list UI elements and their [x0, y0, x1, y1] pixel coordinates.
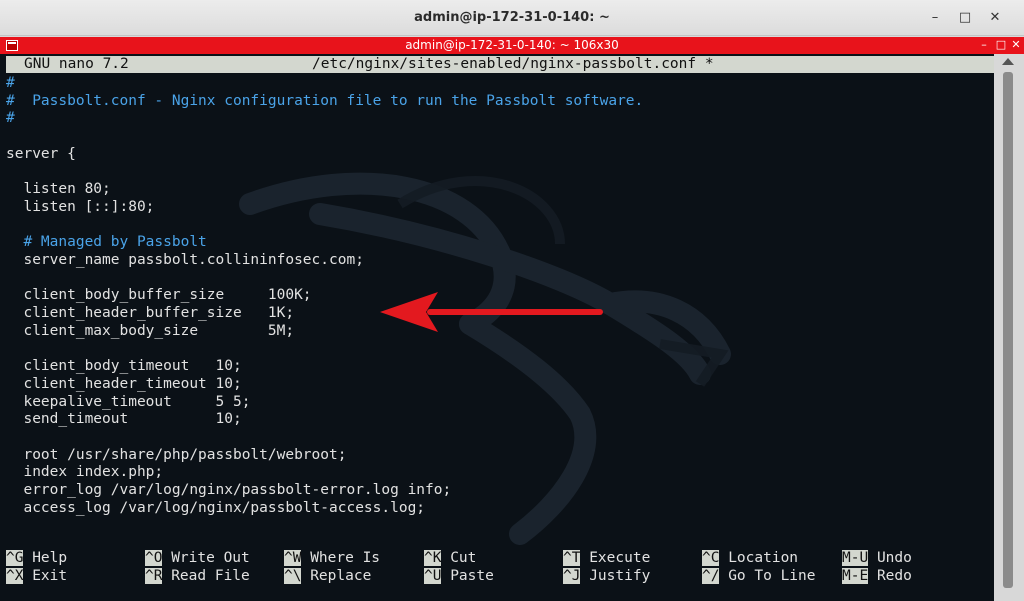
shortcut-read-file[interactable]: ^R Read File: [145, 567, 250, 585]
shortcut-key: ^\: [284, 568, 302, 584]
shortcut-redo[interactable]: M-E Redo: [842, 567, 912, 585]
scroll-up-icon[interactable]: [1002, 58, 1014, 65]
shortcut-location[interactable]: ^C Location: [702, 549, 798, 567]
shortcut-label: Paste: [450, 568, 494, 584]
terminal-title: admin@ip-172-31-0-140: ~ 106x30: [405, 38, 619, 52]
editor-line[interactable]: listen 80;: [6, 180, 110, 198]
editor-line[interactable]: client_header_timeout 10;: [6, 375, 241, 393]
red-arrow-icon: [380, 292, 603, 332]
shortcut-help[interactable]: ^G Help: [6, 549, 67, 567]
shortcut-cut[interactable]: ^K Cut: [424, 549, 476, 567]
nano-header: GNU nano 7.2 /etc/nginx/sites-enabled/ng…: [6, 56, 994, 73]
editor-line[interactable]: access_log /var/log/nginx/passbolt-acces…: [6, 499, 425, 517]
shortcut-key: ^/: [702, 568, 720, 584]
nano-file-path: /etc/nginx/sites-enabled/nginx-passbolt.…: [312, 56, 714, 72]
shortcut-key: ^J: [563, 568, 581, 584]
editor-line[interactable]: client_body_timeout 10;: [6, 357, 241, 375]
shortcut-exit[interactable]: ^X Exit: [6, 567, 67, 585]
shortcut-key: ^O: [145, 550, 163, 566]
editor-line[interactable]: root /usr/share/php/passbolt/webroot;: [6, 446, 346, 464]
terminal-titlebar[interactable]: admin@ip-172-31-0-140: ~ 106x30 – □ ✕: [0, 37, 1024, 54]
editor-line[interactable]: server {: [6, 145, 76, 163]
shortcut-label: Read File: [171, 568, 250, 584]
window-titlebar[interactable]: admin@ip-172-31-0-140: ~ – □ ✕: [0, 0, 1024, 36]
shortcut-label: Go To Line: [728, 568, 816, 584]
editor-line[interactable]: client_max_body_size 5M;: [6, 322, 294, 340]
shortcut-label: Exit: [32, 568, 68, 584]
shortcut-label: Undo: [876, 550, 912, 566]
terminal-close-icon[interactable]: ✕: [1010, 38, 1022, 52]
shortcut-label: Execute: [589, 550, 651, 566]
shortcut-label: Write Out: [171, 550, 250, 566]
editor-line[interactable]: error_log /var/log/nginx/passbolt-error.…: [6, 481, 451, 499]
editor-line[interactable]: send_timeout 10;: [6, 410, 241, 428]
shortcut-key: ^T: [563, 550, 581, 566]
editor-line[interactable]: # Passbolt.conf - Nginx configuration fi…: [6, 92, 643, 110]
shortcut-key: ^R: [145, 568, 163, 584]
terminal-area[interactable]: GNU nano 7.2 /etc/nginx/sites-enabled/ng…: [0, 54, 994, 601]
shortcut-replace[interactable]: ^\ Replace: [284, 567, 371, 585]
shortcut-label: Help: [32, 550, 68, 566]
minimize-icon[interactable]: –: [926, 9, 944, 27]
editor-line[interactable]: server_name passbolt.collininfosec.com;: [6, 251, 363, 269]
scrollbar[interactable]: [994, 54, 1024, 601]
shortcut-label: Where Is: [310, 550, 381, 566]
maximize-icon[interactable]: □: [956, 9, 974, 27]
shortcut-label: Replace: [310, 568, 372, 584]
editor-line[interactable]: #: [6, 74, 15, 92]
terminal-minimize-icon[interactable]: –: [978, 38, 990, 52]
editor-line[interactable]: listen [::]:80;: [6, 198, 154, 216]
shortcut-justify[interactable]: ^J Justify: [563, 567, 650, 585]
close-icon[interactable]: ✕: [986, 9, 1004, 27]
editor-line[interactable]: index index.php;: [6, 463, 163, 481]
shortcut-key: ^C: [702, 550, 720, 566]
shortcut-go-to-line[interactable]: ^/ Go To Line: [702, 567, 816, 585]
shortcut-write-out[interactable]: ^O Write Out: [145, 549, 250, 567]
shortcut-key: ^X: [6, 568, 24, 584]
shortcut-key: ^G: [6, 550, 24, 566]
editor-line[interactable]: client_header_buffer_size 1K;: [6, 304, 294, 322]
editor-line[interactable]: keepalive_timeout 5 5;: [6, 393, 250, 411]
terminal-maximize-icon[interactable]: □: [995, 38, 1007, 52]
shortcut-execute[interactable]: ^T Execute: [563, 549, 650, 567]
editor-line[interactable]: # Managed by Passbolt: [6, 233, 206, 251]
shortcut-label: Justify: [589, 568, 651, 584]
shortcut-where-is[interactable]: ^W Where Is: [284, 549, 380, 567]
shortcut-label: Cut: [450, 550, 477, 566]
shortcut-label: Redo: [876, 568, 912, 584]
shortcut-key: M-E: [842, 568, 869, 584]
shortcut-key: ^W: [284, 550, 302, 566]
nano-app-name: GNU nano 7.2: [24, 56, 129, 72]
scrollbar-thumb[interactable]: [1003, 72, 1013, 588]
shortcut-paste[interactable]: ^U Paste: [424, 567, 494, 585]
editor-line[interactable]: client_body_buffer_size 100K;: [6, 286, 311, 304]
editor-line[interactable]: #: [6, 109, 15, 127]
shortcut-key: ^K: [424, 550, 442, 566]
shortcut-key: M-U: [842, 550, 869, 566]
shortcut-label: Location: [728, 550, 799, 566]
shortcut-key: ^U: [424, 568, 442, 584]
window-title: admin@ip-172-31-0-140: ~: [414, 10, 610, 25]
shortcut-undo[interactable]: M-U Undo: [842, 549, 912, 567]
